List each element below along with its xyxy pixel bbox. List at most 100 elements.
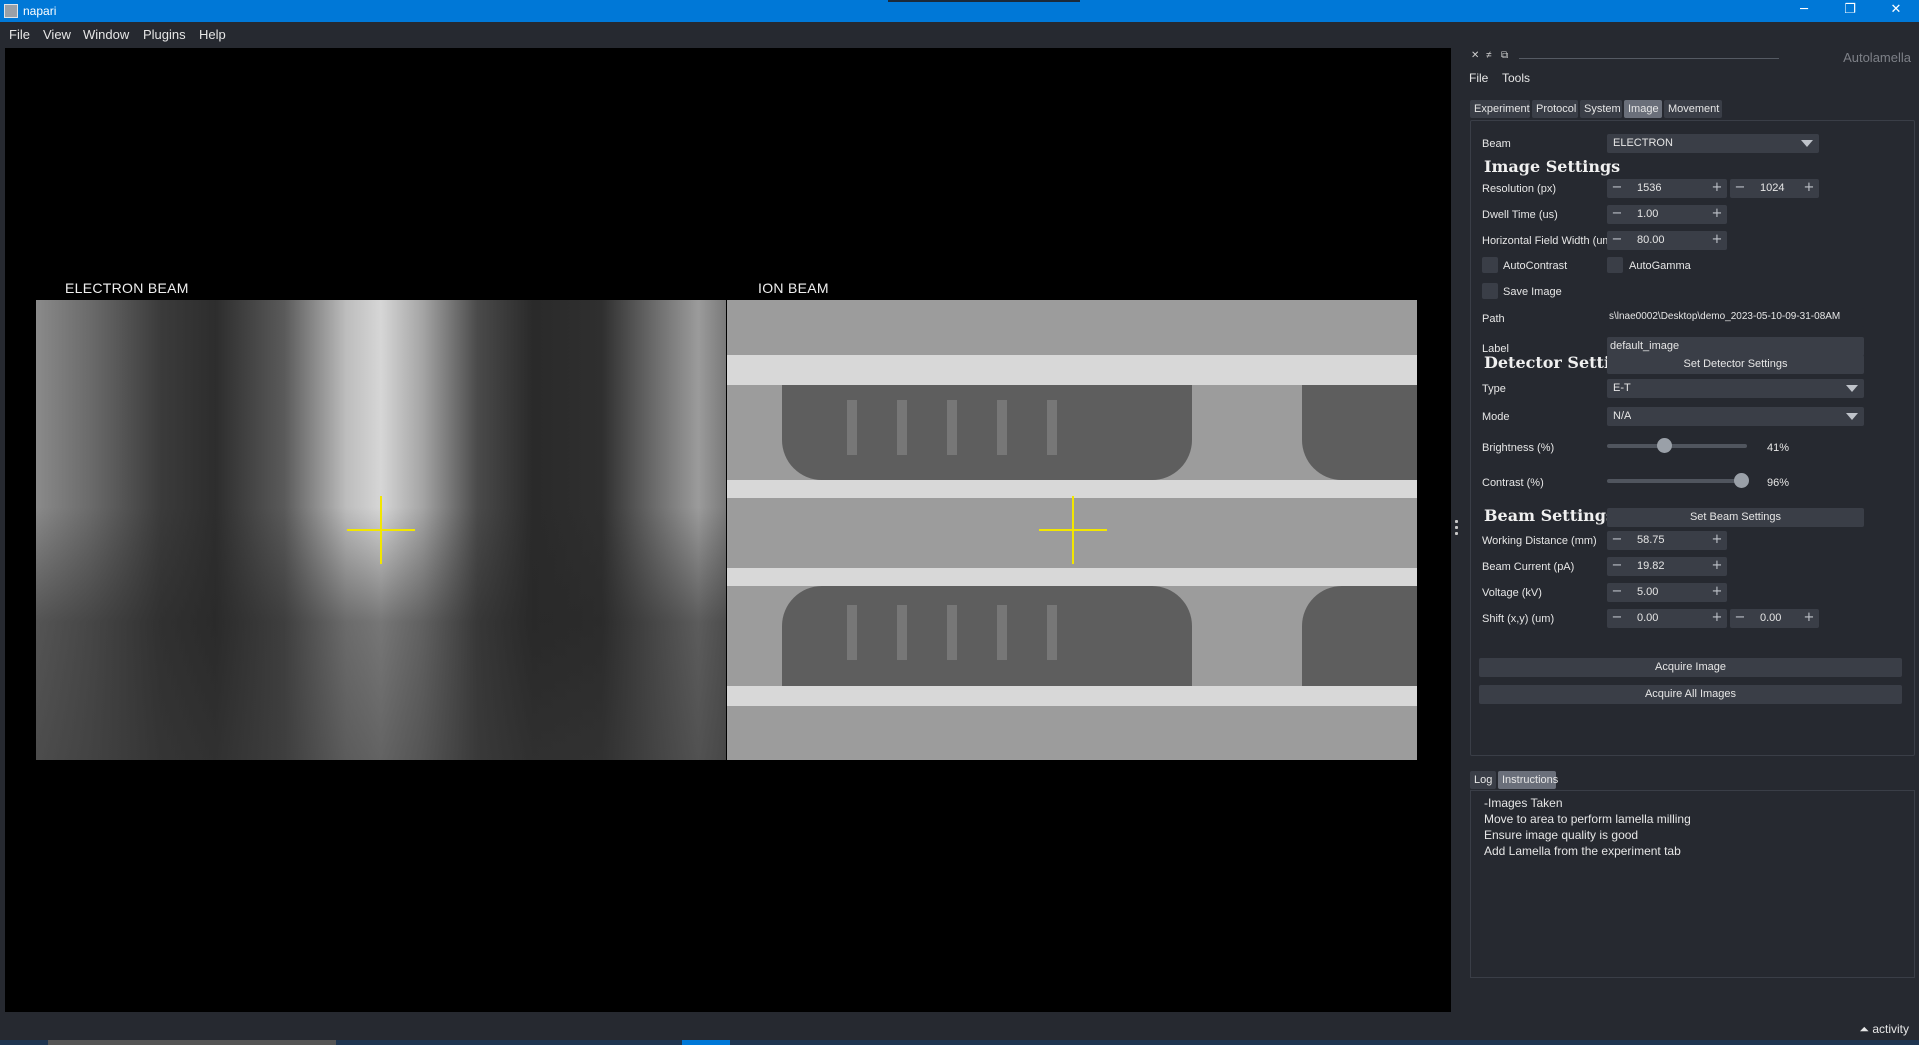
detector-type-select[interactable]: E-T (1607, 379, 1864, 398)
minus-icon[interactable]: − (1609, 610, 1625, 626)
tab-image[interactable]: Image (1624, 100, 1662, 118)
set-beam-settings-button[interactable]: Set Beam Settings (1607, 508, 1864, 527)
viewer-canvas[interactable]: ELECTRON BEAM ION BEAM (5, 48, 1451, 1012)
menu-window[interactable]: Window (83, 27, 129, 42)
hfw-label: Horizontal Field Width (um) (1482, 235, 1616, 247)
resolution-label: Resolution (px) (1482, 183, 1556, 195)
detector-mode-select[interactable]: N/A (1607, 407, 1864, 426)
shift-x-value: 0.00 (1637, 612, 1659, 624)
dwell-time-value: 1.00 (1637, 208, 1659, 220)
shift-y-spinbox[interactable]: − 0.00 + (1730, 609, 1819, 628)
voltage-value: 5.00 (1637, 586, 1659, 598)
brightness-value: 41% (1767, 442, 1790, 454)
minus-icon[interactable]: − (1609, 232, 1625, 248)
taskbar-active-item[interactable] (682, 1040, 730, 1045)
label-input[interactable]: default_image (1607, 337, 1864, 356)
hfw-value: 80.00 (1637, 234, 1665, 246)
ion-image-pillar (1047, 605, 1057, 660)
instructions-panel[interactable]: -Images Taken Move to area to perform la… (1470, 790, 1915, 978)
resolution-x-spinbox[interactable]: − 1536 + (1607, 179, 1727, 198)
ion-image-pillar (997, 400, 1007, 455)
resolution-x-value: 1536 (1637, 182, 1662, 194)
instruction-line: -Images Taken (1484, 796, 1563, 810)
tab-log[interactable]: Log (1470, 771, 1496, 789)
acquire-all-images-button[interactable]: Acquire All Images (1479, 685, 1902, 704)
minus-icon[interactable]: − (1609, 180, 1625, 196)
napari-window: napari ─ ❐ ✕ File View Window Plugins He… (0, 0, 1919, 1045)
menu-plugins[interactable]: Plugins (143, 27, 186, 42)
working-distance-value: 58.75 (1637, 534, 1665, 546)
brightness-slider-handle[interactable] (1657, 438, 1673, 453)
ion-image-pillar (947, 605, 957, 660)
taskbar-item[interactable] (48, 1040, 336, 1045)
label-value: default_image (1610, 340, 1680, 352)
image-settings-title: Image Settings (1484, 157, 1621, 176)
ion-image-ridge-bottom (727, 686, 1417, 706)
napari-app-icon (4, 4, 18, 18)
plus-icon[interactable]: + (1801, 610, 1817, 626)
dock-menu-tools[interactable]: Tools (1502, 71, 1530, 85)
tab-system[interactable]: System (1580, 100, 1622, 118)
tab-instructions[interactable]: Instructions (1498, 771, 1558, 789)
caret-up-icon: ⏶ (1859, 1022, 1869, 1036)
working-distance-spinbox[interactable]: − 58.75 + (1607, 531, 1727, 550)
working-distance-label: Working Distance (mm) (1482, 535, 1597, 547)
menu-help[interactable]: Help (199, 27, 226, 42)
dock-menu-file[interactable]: File (1469, 71, 1488, 85)
autogamma-checkbox[interactable] (1607, 257, 1623, 273)
beam-current-spinbox[interactable]: − 19.82 + (1607, 557, 1727, 576)
set-detector-settings-button[interactable]: Set Detector Settings (1607, 355, 1864, 374)
minus-icon[interactable]: − (1732, 610, 1748, 626)
contrast-slider[interactable] (1607, 479, 1747, 483)
autocontrast-label: AutoContrast (1503, 260, 1568, 272)
minimize-icon[interactable]: ─ (1781, 0, 1827, 22)
ion-image-pillar (847, 400, 857, 455)
voltage-label: Voltage (kV) (1482, 587, 1542, 599)
ion-crosshair-vertical (1072, 496, 1074, 564)
chevron-down-icon (1846, 385, 1858, 392)
dock-detach-icon[interactable]: ⧉ (1501, 50, 1508, 61)
plus-icon[interactable]: + (1801, 180, 1817, 196)
plus-icon[interactable]: + (1709, 232, 1725, 248)
menu-file[interactable]: File (9, 27, 30, 42)
plus-icon[interactable]: + (1709, 180, 1725, 196)
minus-icon[interactable]: − (1609, 206, 1625, 222)
minus-icon[interactable]: − (1609, 558, 1625, 574)
tab-movement[interactable]: Movement (1664, 100, 1722, 118)
close-icon[interactable]: ✕ (1873, 0, 1919, 22)
save-image-label: Save Image (1503, 286, 1562, 298)
menu-bar: File View Window Plugins Help (0, 22, 1919, 48)
ion-image-trench-bottom-right (1302, 586, 1417, 686)
acquire-image-button[interactable]: Acquire Image (1479, 658, 1902, 677)
menu-view[interactable]: View (43, 27, 71, 42)
autocontrast-checkbox[interactable] (1482, 257, 1498, 273)
path-input[interactable]: s\lnae0002\Desktop\demo_2023-05-10-09-31… (1607, 308, 1864, 327)
hfw-spinbox[interactable]: − 80.00 + (1607, 231, 1727, 250)
minus-icon[interactable]: − (1609, 532, 1625, 548)
plus-icon[interactable]: + (1709, 206, 1725, 222)
resolution-y-spinbox[interactable]: − 1024 + (1730, 179, 1819, 198)
tab-experiment[interactable]: Experiment (1470, 100, 1530, 118)
dock-float-icon[interactable]: ≠ (1486, 50, 1492, 61)
voltage-spinbox[interactable]: − 5.00 + (1607, 583, 1727, 602)
ion-image-pillar (897, 400, 907, 455)
plus-icon[interactable]: + (1709, 584, 1725, 600)
dwell-time-spinbox[interactable]: − 1.00 + (1607, 205, 1727, 224)
restore-icon[interactable]: ❐ (1827, 0, 1873, 22)
plus-icon[interactable]: + (1709, 558, 1725, 574)
minus-icon[interactable]: − (1609, 584, 1625, 600)
save-image-checkbox[interactable] (1482, 283, 1498, 299)
title-bar: napari ─ ❐ ✕ (0, 0, 1919, 22)
tab-protocol[interactable]: Protocol (1532, 100, 1578, 118)
contrast-slider-handle[interactable] (1734, 473, 1750, 488)
brightness-slider[interactable] (1607, 444, 1747, 448)
plus-icon[interactable]: + (1709, 532, 1725, 548)
shift-x-spinbox[interactable]: − 0.00 + (1607, 609, 1727, 628)
plus-icon[interactable]: + (1709, 610, 1725, 626)
dock-splitter-handle[interactable] (1455, 520, 1459, 540)
autogamma-label: AutoGamma (1629, 260, 1691, 272)
activity-button[interactable]: ⏶ activity (1859, 1022, 1909, 1037)
beam-select[interactable]: ELECTRON (1607, 134, 1819, 153)
dock-close-icon[interactable]: ✕ (1471, 50, 1479, 61)
minus-icon[interactable]: − (1732, 180, 1748, 196)
